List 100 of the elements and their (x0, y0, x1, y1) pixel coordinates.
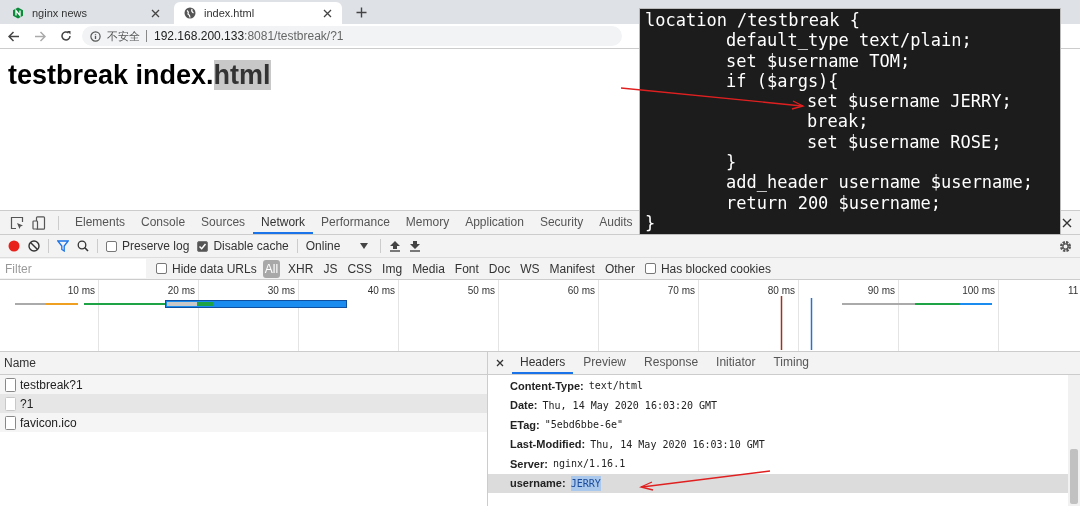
devtools-tab[interactable]: Elements (67, 211, 134, 234)
time-tick-label: 40 ms (367, 284, 395, 298)
checkbox-label: Has blocked cookies (660, 260, 771, 278)
type-filter-tab[interactable]: Font (452, 259, 481, 278)
checkbox-label: Hide data URLs (172, 260, 257, 278)
header-name: Content-Type: (510, 378, 584, 394)
time-tick-label: 80 ms (767, 284, 795, 298)
header-name: ETag: (510, 417, 540, 433)
code-line: set $username JERRY; (807, 91, 1012, 112)
caret-icon[interactable] (359, 243, 368, 249)
header-value: nginx/1.16.1 (552, 457, 626, 472)
new-tab-icon[interactable] (356, 7, 367, 18)
header-value: "5ebd6bbe-6e" (544, 418, 624, 433)
address-field[interactable]: 不安全 192.168.200.133:8081/testbreak/?1 (82, 26, 622, 46)
time-tick-label: 11 (1068, 284, 1079, 298)
time-tick-label: 60 ms (567, 284, 595, 298)
checkbox-label: Disable cache (213, 238, 289, 255)
time-tick-label: 70 ms (667, 284, 695, 298)
close-icon[interactable] (496, 359, 504, 367)
request-row[interactable]: favicon.ico (0, 413, 487, 432)
header-name: Last-Modified: (510, 437, 586, 452)
time-tick-label: 90 ms (867, 284, 895, 298)
close-icon[interactable] (151, 8, 160, 18)
tab-title: nginx news (32, 5, 89, 21)
file-icon (5, 396, 16, 411)
type-filter-tab[interactable]: Media (410, 259, 447, 278)
devtools-tab[interactable]: Memory (397, 211, 458, 234)
scrollbar[interactable] (1068, 375, 1080, 506)
request-name: testbreak?1 (20, 376, 83, 394)
header-name: Date: (510, 398, 538, 413)
info-icon[interactable] (90, 30, 101, 42)
details-tab[interactable]: Headers (512, 352, 574, 374)
header-name: username: (510, 476, 566, 491)
checkbox[interactable] (644, 263, 656, 274)
checkbox-label: Preserve log (122, 238, 190, 255)
globe-icon (184, 7, 196, 19)
request-name: favicon.ico (20, 414, 77, 432)
time-tick-label: 50 ms (467, 284, 495, 298)
record-button[interactable] (8, 240, 20, 252)
devtools-tab[interactable]: Sources (193, 211, 254, 234)
throttling-dropdown[interactable]: Online (305, 237, 368, 255)
request-row[interactable]: ?1 (0, 394, 487, 413)
tab-title: index.html (204, 5, 256, 21)
time-tick-label: 10 ms (67, 284, 95, 298)
close-icon[interactable] (323, 8, 332, 18)
devtools-tab[interactable]: Audits (591, 211, 641, 234)
type-filter-tab[interactable]: Manifest (547, 259, 597, 278)
header-value: Thu, 14 May 2020 16:03:10 GMT (590, 437, 765, 452)
type-filter-tab[interactable]: XHR (286, 259, 316, 278)
type-filter-tab[interactable]: CSS (345, 259, 375, 278)
type-filter-tab[interactable]: JS (321, 259, 340, 278)
checkbox[interactable] (156, 263, 167, 274)
reload-icon[interactable] (60, 30, 72, 42)
filter-field[interactable]: Filter (0, 259, 146, 278)
column-header[interactable]: Name (0, 352, 487, 375)
file-icon (5, 415, 16, 430)
security-label: 不安全 (107, 28, 140, 44)
code-line: return 200 $username; (726, 192, 941, 213)
file-icon (5, 377, 16, 392)
inspect-icon[interactable] (10, 215, 24, 230)
time-tick-label: 20 ms (167, 284, 195, 298)
code-line: default_type text/plain; (726, 30, 972, 51)
devtools-tab[interactable]: Performance (313, 211, 398, 234)
time-tick-label: 30 ms (267, 284, 295, 298)
search-icon[interactable] (77, 240, 89, 252)
code-line: if ($args){ (726, 70, 839, 92)
details-tab[interactable]: Response (636, 352, 707, 374)
details-tab[interactable]: Initiator (708, 352, 764, 374)
page-heading: testbreak index.html (8, 59, 271, 92)
close-icon[interactable] (1062, 218, 1072, 228)
header-value: Thu, 14 May 2020 16:03:20 GMT (542, 398, 718, 413)
devtools-tab[interactable]: Console (133, 211, 194, 234)
time-tick-label: 100 ms (962, 284, 995, 298)
device-icon[interactable] (32, 215, 46, 230)
type-filter-tab[interactable]: Doc (486, 259, 513, 278)
code-line: location /testbreak { (645, 10, 860, 31)
code-line: } (645, 212, 656, 234)
clear-icon[interactable] (28, 240, 40, 252)
devtools-tab[interactable]: Application (457, 211, 532, 234)
code-line: set $username ROSE; (807, 131, 1002, 153)
filter-icon[interactable] (57, 240, 69, 252)
type-filter-tab[interactable]: Img (380, 259, 405, 278)
import-icon[interactable] (388, 240, 401, 252)
checkbox[interactable] (197, 240, 209, 252)
code-line: break; (807, 111, 869, 132)
settings-icon[interactable] (1059, 240, 1072, 253)
type-filter-tab[interactable]: WS (518, 259, 542, 278)
type-filter-tab[interactable]: Other (602, 259, 637, 278)
code-line: } (726, 152, 737, 173)
export-icon[interactable] (408, 240, 421, 252)
browser-tab[interactable]: index.html (174, 2, 342, 24)
back-icon[interactable] (8, 30, 20, 42)
request-row[interactable]: testbreak?1 (0, 375, 487, 394)
hexagon-logo-icon (12, 7, 24, 19)
details-tab[interactable]: Timing (765, 352, 817, 374)
checkbox[interactable] (106, 240, 117, 252)
header-value: text/html (588, 379, 643, 394)
details-tab[interactable]: Preview (575, 352, 635, 374)
devtools-tab[interactable]: Security (531, 211, 592, 234)
code-line: add_header username $username; (726, 172, 1034, 193)
